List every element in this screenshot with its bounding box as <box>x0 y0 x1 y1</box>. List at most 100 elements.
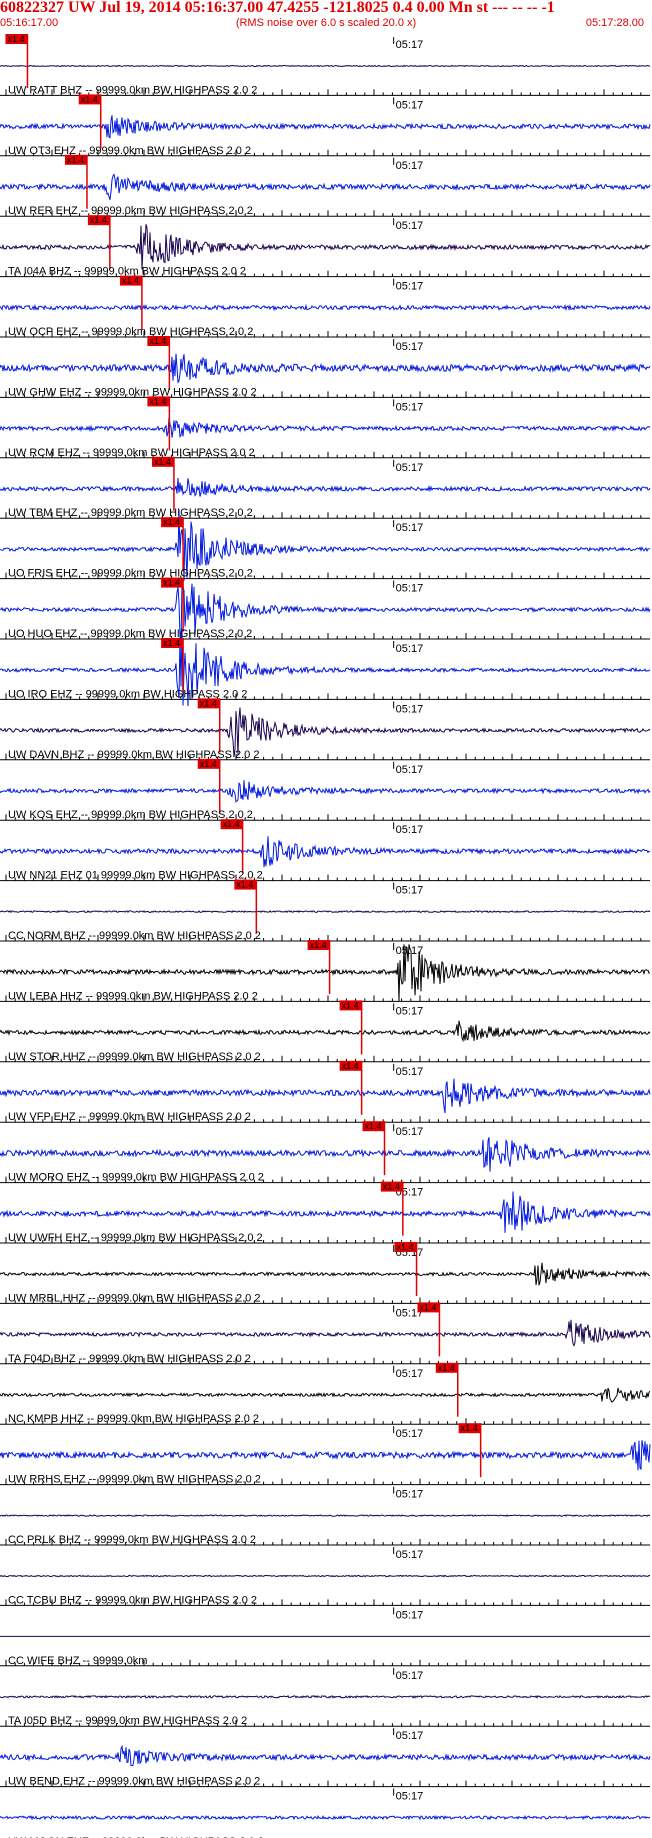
minute-tick-label: 05:17 <box>396 401 424 413</box>
waveform-trace <box>0 1078 651 1114</box>
minute-tick-label: 05:17 <box>396 1730 424 1742</box>
pick-label: x1.4 <box>122 276 139 286</box>
waveform-trace <box>0 477 651 497</box>
waveform-trace <box>0 1440 651 1471</box>
waveform-trace <box>0 1020 651 1043</box>
waveform-trace <box>0 836 651 868</box>
pick-label: x1.4 <box>67 155 84 165</box>
station-label: CC NORM BHZ -- 99999.0km BW HIGHPASS 2.0… <box>8 930 261 942</box>
pick-label: x1.4 <box>163 638 180 648</box>
station-label: NC KMPB HHZ -- 99999.0km BW HIGHPASS 2.0… <box>8 1413 259 1425</box>
waveform-trace <box>0 353 651 384</box>
waveform-trace <box>0 1744 651 1767</box>
station-label: UW LEBA HHZ -- 99999.0km BW HIGHPASS 2.0… <box>8 990 258 1002</box>
pick-label: x1.4 <box>310 940 327 950</box>
station-label: CC WIFE BHZ -- 99999.0km <box>8 1655 147 1667</box>
minute-tick-label: 05:17 <box>396 885 424 897</box>
pick-label: x1.4 <box>383 1182 400 1192</box>
station-label: UW RER EHZ -- 99999.0km BW HIGHPASS 2.0 … <box>8 205 253 217</box>
waveform-trace <box>0 1387 651 1403</box>
station-label: CC PRLK BHZ -- 99999.0km BW HIGHPASS 2.0… <box>8 1534 256 1546</box>
station-label: UW KOS EHZ -- 99999.0km BW HIGHPASS 2.0 … <box>8 809 253 821</box>
pick-label: x1.4 <box>419 1302 436 1312</box>
station-label: UW UWFH EHZ -- 99999.0km BW HIGHPASS 2.0… <box>8 1232 263 1244</box>
minute-tick-label: 05:17 <box>396 220 424 232</box>
station-label: UW TBM EHZ -- 99999.0km BW HIGHPASS 2.0 … <box>8 507 253 519</box>
station-label: TA F04D BHZ -- 99999.0km BW HIGHPASS 2.0… <box>8 1353 251 1365</box>
station-label: UO HUO EHZ -- 99999.0km BW HIGHPASS 2.0 … <box>8 628 252 640</box>
station-label: CC TCBU BHZ -- 99999.0km BW HIGHPASS 2.0… <box>8 1594 257 1606</box>
minute-tick-label: 05:17 <box>396 160 424 172</box>
minute-tick-label: 05:17 <box>396 522 424 534</box>
minute-tick-label: 05:17 <box>396 1549 424 1561</box>
waveform-trace <box>0 1262 651 1286</box>
waveform-trace <box>0 1514 651 1517</box>
waveform-trace <box>0 64 651 68</box>
pick-label: x1.4 <box>81 94 98 104</box>
minute-tick-label: 05:17 <box>396 1428 424 1440</box>
station-label: UW BEND EHZ -- 99999.0km BW HIGHPASS 2.0… <box>8 1776 260 1788</box>
pick-label: x1.4 <box>438 1363 455 1373</box>
station-label: TA I05D BHZ -- 99999.0km BW HIGHPASS 2.0… <box>8 1715 247 1727</box>
minute-tick-label: 05:17 <box>396 1368 424 1380</box>
pick-label: x1.4 <box>236 880 253 890</box>
waveform-trace <box>0 417 651 439</box>
minute-tick-label: 05:17 <box>396 39 424 51</box>
pick-label: x1.4 <box>461 1423 478 1433</box>
waveform-trace <box>0 303 651 312</box>
station-label: UW RCM EHZ -- 99999.0km BW HIGHPASS 2.0 … <box>8 447 255 459</box>
minute-tick-label: 05:17 <box>396 99 424 111</box>
minute-tick-label: 05:17 <box>396 1609 424 1621</box>
minute-tick-label: 05:17 <box>396 1489 424 1501</box>
waveform-trace <box>0 1319 651 1348</box>
minute-tick-label: 05:17 <box>396 1791 424 1803</box>
seismogram-plot: 05:17x1.4UW RATT BHZ -- 99999.0km BW HIG… <box>0 34 651 1838</box>
minute-tick-label: 05:17 <box>396 643 424 655</box>
pick-label: x1.4 <box>154 457 171 467</box>
pick-label: x1.4 <box>342 1000 359 1010</box>
waveform-trace <box>0 224 651 270</box>
pick-label: x1.4 <box>365 1121 382 1131</box>
station-label: UO FRIS EHZ -- 99999.0km BW HIGHPASS 2.0… <box>8 568 253 580</box>
minute-tick-label: 05:17 <box>396 824 424 836</box>
station-label: UW MRBL HHZ -- 99999.0km BW HIGHPASS 2.0… <box>8 1292 260 1304</box>
waveform-trace <box>0 1191 651 1233</box>
station-label: UW VFP EHZ -- 99999.0km BW HIGHPASS 2.0 … <box>8 1111 251 1123</box>
pick-label: x1.4 <box>90 215 107 225</box>
pick-label: x1.4 <box>397 1242 414 1252</box>
station-label: UW RRHS EHZ -- 99999.0km BW HIGHPASS 2.0… <box>8 1474 261 1486</box>
waveform-trace <box>0 115 651 139</box>
station-label: UW OCP EHZ -- 99999.0km BW HIGHPASS 2.0 … <box>8 326 253 338</box>
waveform-trace <box>0 1814 651 1821</box>
minute-tick-label: 05:17 <box>396 764 424 776</box>
station-label: UW STOR HHZ -- 99999.0km BW HIGHPASS 2.0… <box>8 1051 261 1063</box>
minute-tick-label: 05:17 <box>396 1670 424 1682</box>
pick-label: x1.4 <box>223 819 240 829</box>
pick-label: x1.4 <box>163 578 180 588</box>
minute-tick-label: 05:17 <box>396 281 424 293</box>
station-label: UW MORO EHZ -- 99999.0km BW HIGHPASS 2.0… <box>8 1172 264 1184</box>
waveform-trace <box>0 1137 651 1172</box>
minute-tick-label: 05:17 <box>396 1066 424 1078</box>
pick-label: x1.4 <box>342 1061 359 1071</box>
station-label: UW OT3 EHZ -- 99999.0km BW HIGHPASS 2.0 … <box>8 145 251 157</box>
station-label: UW NN21 EHZ 01 99999.0km BW HIGHPASS 2.0… <box>8 870 263 882</box>
waveform-trace <box>0 1574 651 1578</box>
station-label: UW DAVN BHZ -- 99999.0km BW HIGHPASS 2.0… <box>8 749 259 761</box>
station-label: UW GHW EHZ -- 99999.0km BW HIGHPASS 2.0 … <box>8 386 257 398</box>
minute-tick-label: 05:17 <box>396 703 424 715</box>
station-label: UW RATT BHZ -- 99999.0km BW HIGHPASS 2.0… <box>8 84 257 96</box>
waveform-trace <box>0 173 651 200</box>
pick-label: x1.4 <box>149 396 166 406</box>
pick-label: x1.4 <box>7 34 24 44</box>
waveform-trace <box>0 1694 651 1699</box>
waveform-trace <box>0 780 651 803</box>
pick-label: x1.4 <box>163 517 180 527</box>
pick-label: x1.4 <box>200 759 217 769</box>
pick-label: x1.4 <box>200 698 217 708</box>
minute-tick-label: 05:17 <box>396 341 424 353</box>
waveform-trace <box>0 910 651 914</box>
minute-tick-label: 05:17 <box>396 1126 424 1138</box>
minute-tick-label: 05:17 <box>396 1005 424 1017</box>
pick-label: x1.4 <box>149 336 166 346</box>
